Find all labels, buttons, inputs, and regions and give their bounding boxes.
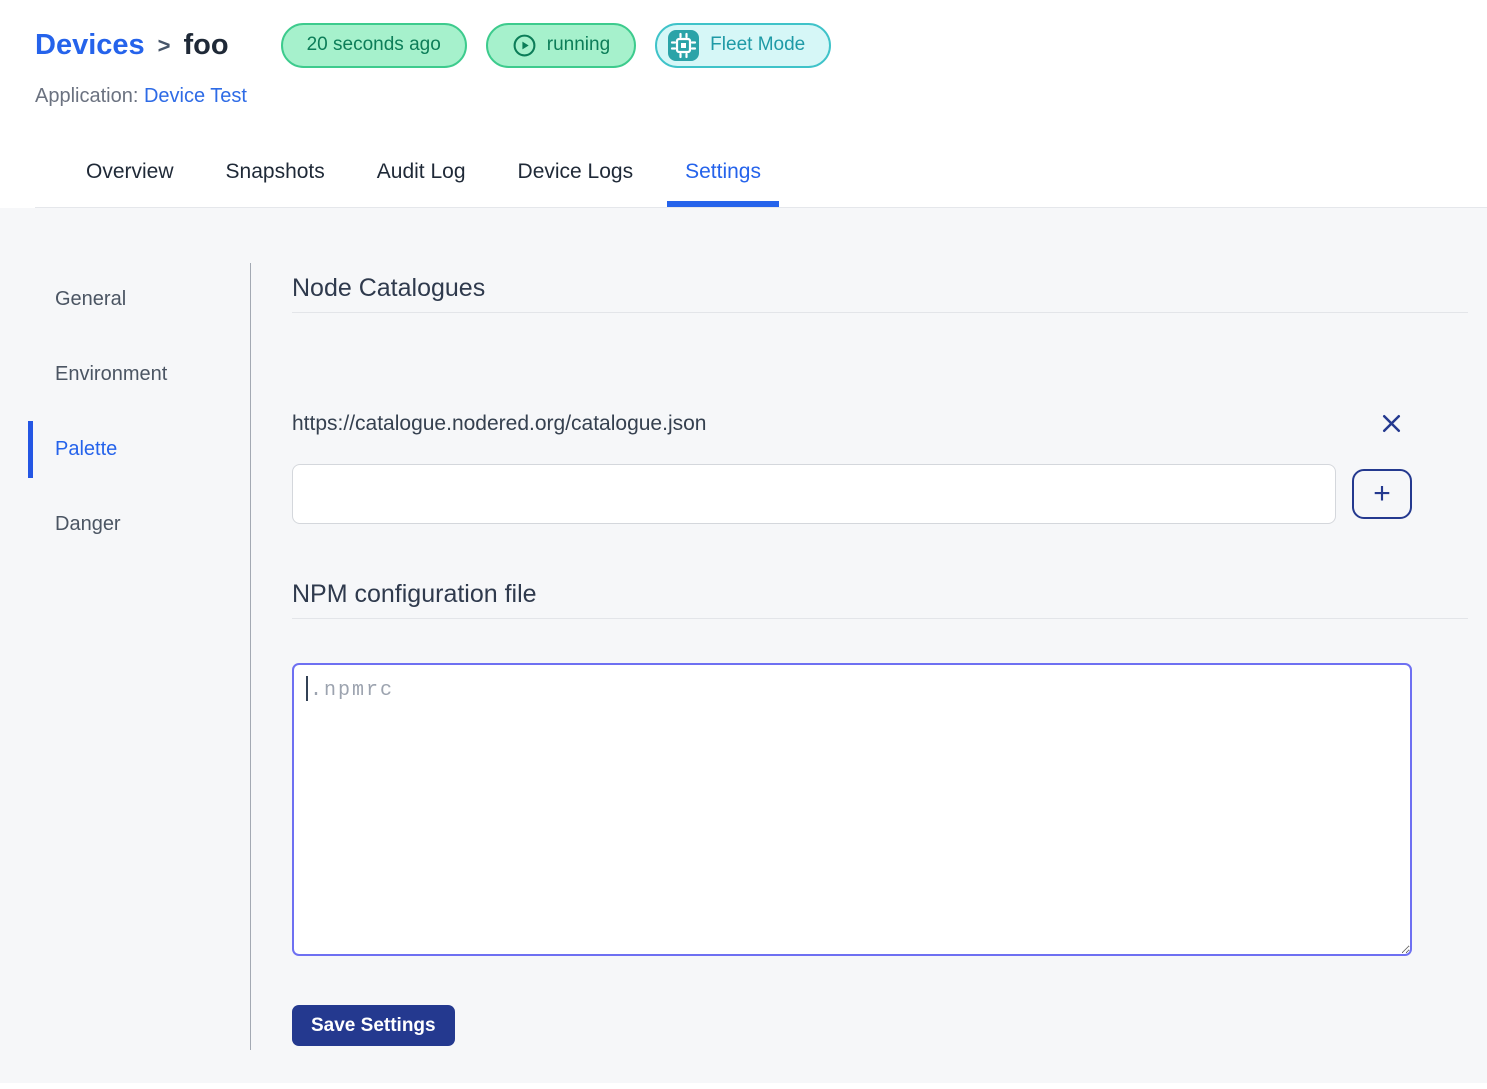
fleet-mode-badge: Fleet Mode — [655, 23, 831, 68]
npm-config-textarea[interactable] — [292, 663, 1412, 956]
tab-overview[interactable]: Overview — [68, 160, 192, 207]
save-settings-button[interactable]: Save Settings — [292, 1005, 455, 1046]
npm-config-title: NPM configuration file — [292, 580, 1468, 619]
breadcrumb-separator-icon: > — [158, 31, 171, 59]
catalogue-entry-row: https://catalogue.nodered.org/catalogue.… — [292, 409, 1412, 438]
sidebar-item-general[interactable]: General — [28, 271, 250, 328]
tab-snapshots[interactable]: Snapshots — [208, 160, 343, 207]
close-icon — [1379, 411, 1404, 436]
catalogue-area: https://catalogue.nodered.org/catalogue.… — [292, 409, 1412, 524]
fleet-mode-label: Fleet Mode — [710, 34, 805, 56]
settings-content: General Environment Palette Danger Node … — [0, 208, 1487, 1083]
status-badge: running — [486, 23, 636, 68]
device-badges: 20 seconds ago running — [281, 23, 832, 68]
application-link[interactable]: Device Test — [144, 85, 247, 107]
title-row: Devices > foo 20 seconds ago running — [35, 22, 1487, 68]
palette-settings-panel: Node Catalogues https://catalogue.nodere… — [250, 208, 1487, 1083]
tab-device-logs[interactable]: Device Logs — [500, 160, 652, 207]
last-seen-badge: 20 seconds ago — [281, 23, 467, 68]
npm-config-wrap — [292, 663, 1412, 956]
tab-audit-log[interactable]: Audit Log — [359, 160, 484, 207]
device-tabs: Overview Snapshots Audit Log Device Logs… — [35, 160, 1487, 208]
chip-icon — [667, 29, 700, 62]
application-label: Application: — [35, 85, 138, 107]
sidebar-item-danger[interactable]: Danger — [28, 496, 250, 553]
tab-settings[interactable]: Settings — [667, 160, 779, 207]
status-label: running — [547, 34, 610, 56]
node-catalogues-title: Node Catalogues — [292, 274, 1468, 313]
application-row: Application: Device Test — [35, 85, 1487, 108]
breadcrumb-devices-link[interactable]: Devices — [35, 29, 145, 62]
text-caret — [306, 676, 308, 701]
plus-icon: + — [1373, 479, 1391, 509]
sidebar-item-palette[interactable]: Palette — [28, 421, 250, 478]
breadcrumb-device-name: foo — [184, 29, 229, 62]
catalogue-url: https://catalogue.nodered.org/catalogue.… — [292, 412, 706, 436]
settings-sidebar: General Environment Palette Danger — [0, 208, 250, 1083]
new-catalogue-input[interactable] — [292, 464, 1336, 524]
remove-catalogue-button[interactable] — [1377, 409, 1406, 438]
add-catalogue-button[interactable]: + — [1352, 469, 1412, 519]
add-catalogue-row: + — [292, 464, 1412, 524]
last-seen-label: 20 seconds ago — [307, 34, 441, 56]
play-circle-icon — [512, 33, 537, 58]
page-header: Devices > foo 20 seconds ago running — [0, 0, 1487, 208]
sidebar-item-environment[interactable]: Environment — [28, 346, 250, 403]
sidebar-divider — [250, 263, 251, 1050]
